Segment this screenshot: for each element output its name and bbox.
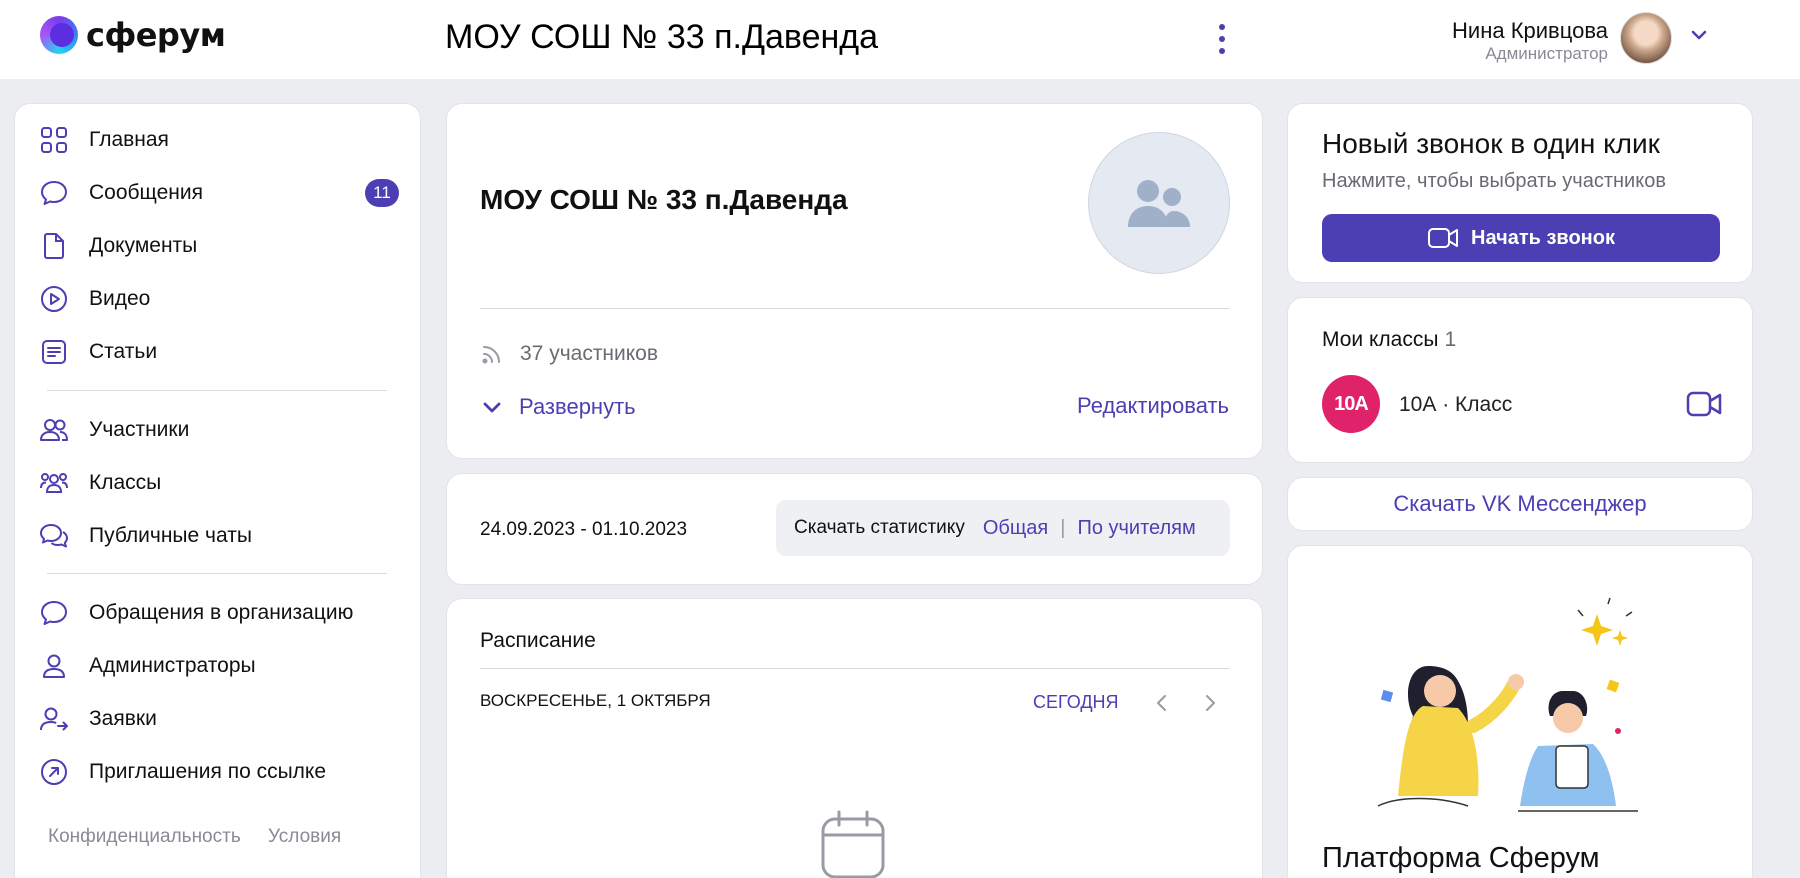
public-chats-icon bbox=[40, 524, 68, 548]
unread-badge: 11 bbox=[365, 179, 399, 207]
sidebar-item-classes[interactable]: Классы bbox=[39, 461, 161, 505]
sidebar-item-appeals[interactable]: Обращения в организацию bbox=[39, 591, 353, 635]
user-role: Администратор bbox=[1485, 44, 1608, 63]
home-grid-icon bbox=[41, 127, 67, 153]
video-camera-icon bbox=[1428, 228, 1459, 248]
today-button[interactable]: СЕГОДНЯ bbox=[1033, 692, 1119, 713]
sidebar-item-label: Статьи bbox=[89, 340, 158, 363]
stats-separator: | bbox=[1060, 516, 1066, 539]
chevron-down-icon bbox=[483, 402, 501, 413]
promo-title: Платформа Сферум bbox=[1322, 842, 1600, 874]
expand-button[interactable]: Развернуть bbox=[483, 394, 636, 420]
sidebar-item-documents[interactable]: Документы bbox=[39, 224, 197, 268]
members-count: 37 участников bbox=[480, 342, 658, 366]
start-call-button[interactable]: Начать звонок bbox=[1322, 214, 1720, 262]
expand-label: Развернуть bbox=[519, 394, 636, 419]
page-title: МОУ СОШ № 33 п.Давенда bbox=[445, 18, 879, 56]
sidebar-item-label: Участники bbox=[89, 418, 190, 441]
class-avatar[interactable]: 10А bbox=[1322, 375, 1380, 433]
sidebar-item-requests[interactable]: Заявки bbox=[39, 697, 157, 741]
people-illustration bbox=[1377, 597, 1638, 812]
members-text: 37 участников bbox=[520, 342, 659, 365]
sidebar-item-video[interactable]: Видео bbox=[39, 277, 150, 321]
group-name: МОУ СОШ № 33 п.Давенда bbox=[480, 184, 848, 215]
user-icon bbox=[43, 654, 65, 678]
avatar[interactable] bbox=[1620, 12, 1672, 64]
stats-general-link[interactable]: Общая bbox=[983, 517, 1048, 540]
call-subtitle: Нажмите, чтобы выбрать участников bbox=[1322, 170, 1666, 192]
sidebar-item-label: Видео bbox=[89, 287, 151, 310]
link-arrow-icon bbox=[41, 759, 67, 785]
sidebar-item-invite-links[interactable]: Приглашения по ссылке bbox=[39, 750, 326, 794]
schedule-date: ВОСКРЕСЕНЬЕ, 1 ОКТЯБРЯ bbox=[480, 691, 711, 710]
sidebar-item-label: Обращения в организацию bbox=[89, 601, 354, 624]
classes-icon bbox=[40, 473, 68, 493]
schedule-title: Расписание bbox=[480, 629, 596, 652]
sidebar-item-label: Приглашения по ссылке bbox=[89, 760, 327, 783]
download-stats-panel: Скачать статистику Общая | По учителям bbox=[776, 500, 1230, 556]
play-icon bbox=[41, 286, 67, 312]
call-title: Новый звонок в один клик bbox=[1322, 128, 1660, 159]
sidebar-item-admins[interactable]: Администраторы bbox=[39, 644, 256, 688]
promo-card: Платформа Сферум bbox=[1287, 545, 1753, 878]
group-info-card: МОУ СОШ № 33 п.Давенда 37 участников Раз… bbox=[446, 103, 1263, 459]
terms-link[interactable]: Условия bbox=[268, 826, 341, 848]
calendar-icon bbox=[821, 810, 885, 878]
sidebar-item-label: Документы bbox=[89, 234, 198, 257]
new-call-card: Новый звонок в один клик Нажмите, чтобы … bbox=[1287, 103, 1753, 283]
divider bbox=[47, 390, 387, 391]
chat-icon bbox=[41, 601, 67, 625]
date-range: 24.09.2023 - 01.10.2023 bbox=[480, 519, 688, 540]
chevron-down-icon[interactable] bbox=[1690, 26, 1708, 44]
sidebar-item-label: Заявки bbox=[89, 707, 157, 730]
sidebar-item-members[interactable]: Участники bbox=[39, 408, 189, 452]
sidebar-item-articles[interactable]: Статьи bbox=[39, 330, 157, 374]
sferum-logo-icon bbox=[40, 16, 78, 54]
vk-messenger-link: Скачать VK Мессенджер bbox=[1393, 491, 1647, 516]
sidebar-item-label: Главная bbox=[89, 128, 169, 151]
logo-text: сферум bbox=[86, 16, 226, 54]
statistics-card: 24.09.2023 - 01.10.2023 Скачать статисти… bbox=[446, 473, 1263, 585]
stats-by-teachers-link[interactable]: По учителям bbox=[1077, 517, 1195, 540]
divider bbox=[480, 668, 1230, 669]
divider bbox=[47, 573, 387, 574]
download-vk-messenger[interactable]: Скачать VK Мессенджер bbox=[1287, 477, 1753, 531]
divider bbox=[480, 308, 1230, 309]
schedule-card: Расписание ВОСКРЕСЕНЬЕ, 1 ОКТЯБРЯ СЕГОДН… bbox=[446, 598, 1263, 878]
chevron-right-icon[interactable] bbox=[1199, 691, 1221, 715]
my-classes-card: Мои классы 1 10А 10А · Класс bbox=[1287, 297, 1753, 463]
video-camera-icon[interactable] bbox=[1686, 391, 1722, 417]
sidebar-item-home[interactable]: Главная bbox=[39, 118, 169, 162]
chat-icon bbox=[41, 181, 67, 205]
document-icon bbox=[44, 233, 64, 259]
users-icon bbox=[40, 419, 68, 441]
chevron-left-icon[interactable] bbox=[1151, 691, 1173, 715]
classes-count: 1 bbox=[1444, 328, 1457, 351]
sidebar-item-label: Администраторы bbox=[89, 654, 256, 677]
sidebar-item-messages[interactable]: Сообщения bbox=[39, 171, 203, 215]
download-stats-label: Скачать статистику bbox=[794, 517, 965, 538]
rss-icon bbox=[482, 346, 500, 364]
sidebar-item-label: Сообщения bbox=[89, 181, 203, 204]
sferum-logo[interactable]: сферум bbox=[40, 16, 226, 54]
sidebar-item-label: Публичные чаты bbox=[89, 524, 252, 547]
article-icon bbox=[42, 340, 66, 364]
user-arrow-icon bbox=[40, 707, 68, 731]
group-users-icon bbox=[1128, 180, 1190, 227]
edit-link[interactable]: Редактировать bbox=[1077, 393, 1229, 419]
more-options-icon[interactable] bbox=[1214, 24, 1230, 54]
start-call-label: Начать звонок bbox=[1471, 226, 1615, 249]
sidebar-item-label: Классы bbox=[89, 471, 162, 494]
privacy-link[interactable]: Конфиденциальность bbox=[48, 826, 241, 848]
class-name[interactable]: 10А · Класс bbox=[1399, 393, 1512, 417]
sidebar-item-public-chats[interactable]: Публичные чаты bbox=[39, 514, 252, 558]
classes-title: Мои классы 1 bbox=[1322, 328, 1456, 352]
top-header: сферум МОУ СОШ № 33 п.Давенда Нина Кривц… bbox=[0, 0, 1800, 79]
user-name: Нина Кривцова bbox=[1452, 18, 1608, 43]
sidebar: Главная Сообщения 11 Документы Видео Ста… bbox=[14, 103, 421, 878]
classes-title-label: Мои классы bbox=[1322, 328, 1439, 351]
group-avatar[interactable] bbox=[1088, 132, 1230, 274]
